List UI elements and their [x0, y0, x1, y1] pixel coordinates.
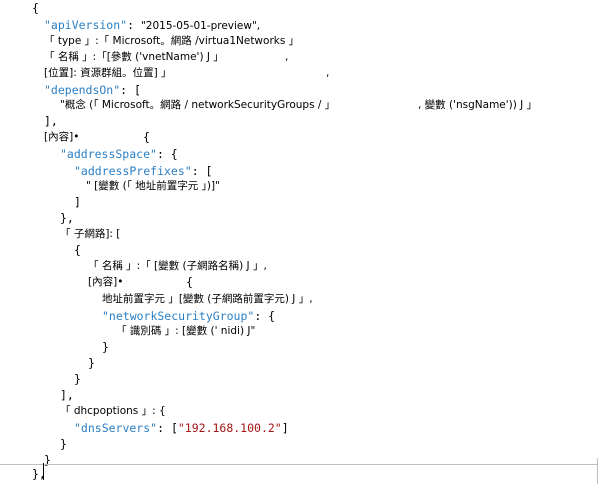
code-line-25: ],: [60, 388, 74, 402]
code-line-13: ]: [74, 195, 81, 209]
code-line-5-comma: ,: [326, 67, 330, 79]
code-line-10: "addressSpace": {: [60, 147, 178, 161]
code-line-7b: , 變數 ('nsgName')) J 」: [418, 99, 538, 111]
code-line-18-brace: {: [186, 275, 193, 289]
code-line-11: "addressPrefixes": [: [74, 164, 213, 178]
code-line-7: "概念 (「 Microsoft。網路 / networkSecurityGro…: [60, 99, 336, 111]
code-line-12: " [變數 (「 地址前置字元 」)]": [86, 180, 220, 192]
code-line-14: },: [60, 211, 74, 225]
code-line-9: [內容]•: [44, 131, 80, 143]
code-line-1: {: [32, 1, 39, 15]
code-line-9-brace: {: [143, 130, 150, 144]
code-editor[interactable]: { "apiVersion": "2015-05-01-preview", 「 …: [0, 0, 608, 484]
current-line-highlight: [0, 464, 598, 465]
code-line-4: 「 名稱 」:「[參數 ('vnetName') J 」: [44, 51, 224, 63]
code-line-20: "networkSecurityGroup": {: [102, 309, 276, 323]
code-line-15: 「 子網路]: [: [60, 228, 121, 240]
code-line-3: 「 type 」:「 Microsoft。網路 /virtua1Networks…: [44, 35, 300, 47]
code-line-18: [內容]•: [88, 276, 124, 288]
code-line-6: "dependsOn": [: [44, 83, 141, 97]
code-line-5: [位置]: 資源群組。位置] 」: [44, 67, 172, 79]
code-line-27: "dnsServers": ["192.168.100.2"]: [74, 421, 289, 435]
code-line-21: 「 識別碼 」: [變數 (' nidi) J": [116, 325, 256, 337]
code-line-17: 「 名稱 」:「 [變數 (子網路名稱) J 」,: [88, 260, 267, 272]
code-line-22: }: [102, 340, 109, 354]
code-line-16: {: [74, 243, 81, 257]
code-line-26: 「 dhcpoptions 」: {: [60, 405, 166, 417]
code-line-24: }: [74, 372, 81, 386]
code-line-8: ],: [44, 114, 58, 128]
text-cursor: [43, 463, 44, 480]
code-line-23: }: [88, 356, 95, 370]
editor-right-edge: [597, 458, 598, 484]
code-line-28: }: [60, 437, 67, 451]
code-line-19: 地址前置字元 」[變數 (子網路前置字元) J 」,: [102, 293, 313, 305]
code-line-4-comma: ,: [285, 51, 289, 63]
code-line-2: "apiVersion": "2015-05-01-preview",: [44, 18, 261, 32]
